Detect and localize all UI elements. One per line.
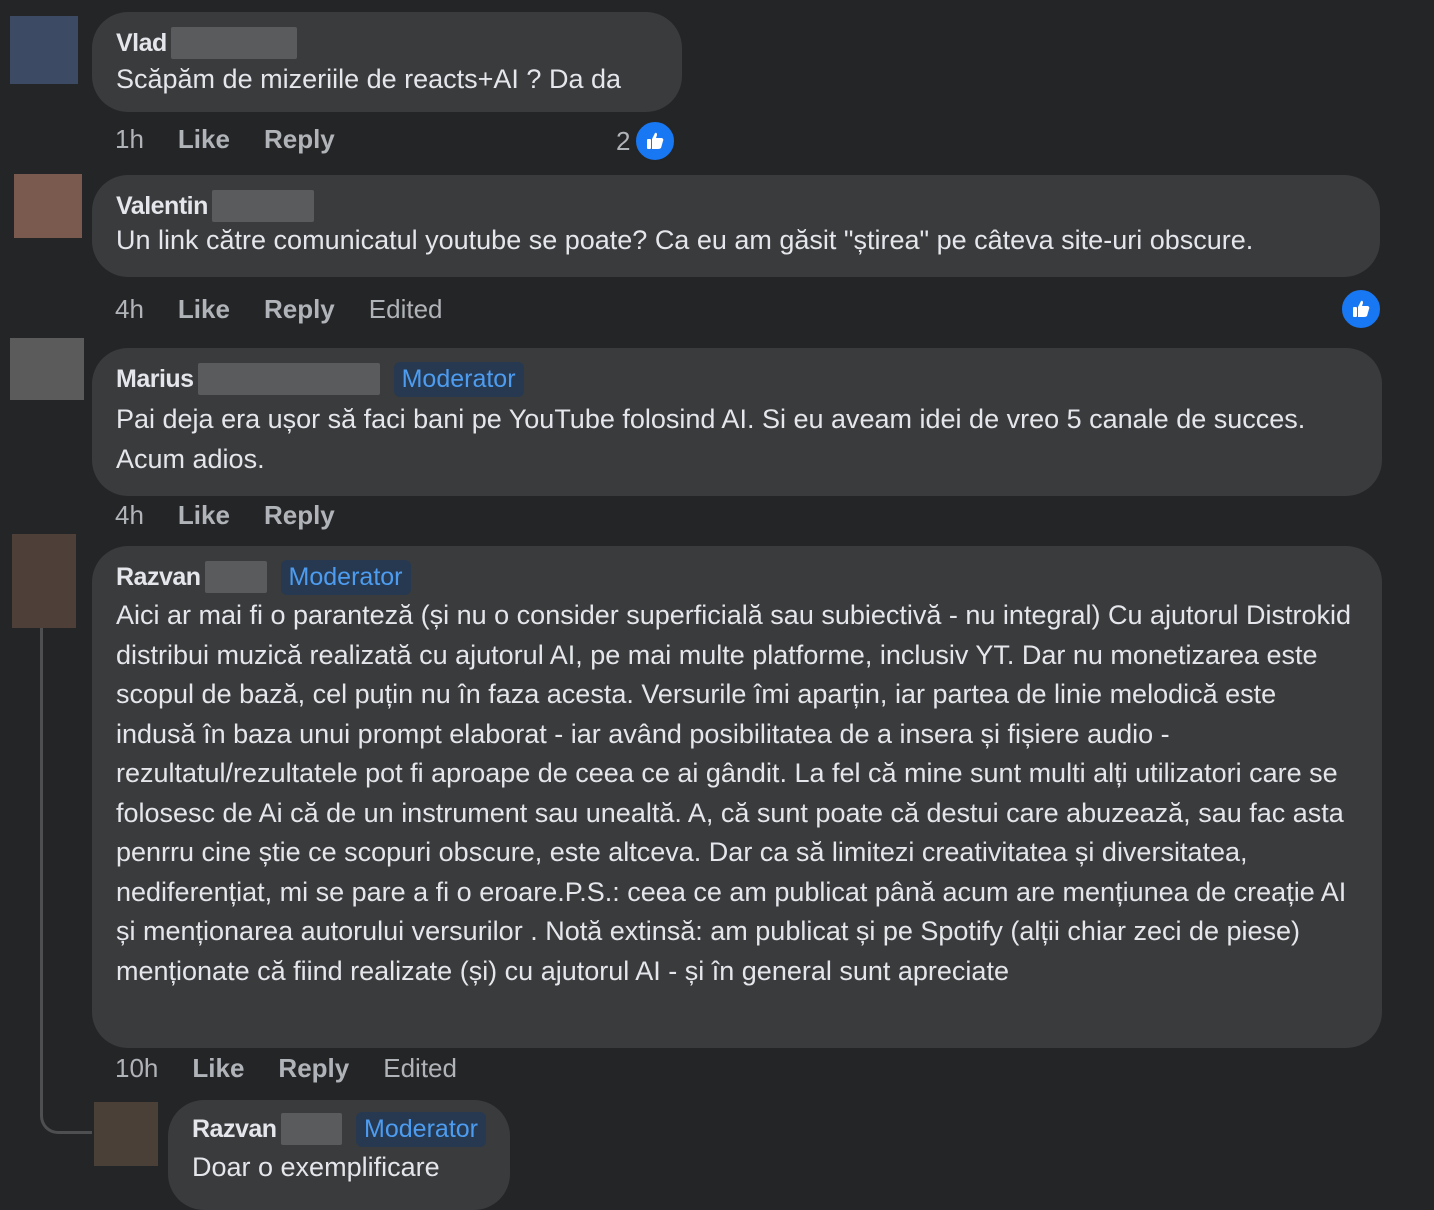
comment-actions: 10h Like Reply Edited [115, 1053, 491, 1084]
comment-time[interactable]: 4h [115, 500, 144, 531]
reaction-count: 2 [616, 125, 631, 156]
comment-actions: 4h Like Reply [115, 500, 369, 531]
commenter-name[interactable]: Razvan [192, 1115, 277, 1144]
redacted-surname [197, 363, 380, 395]
commenter-name[interactable]: Marius [116, 365, 194, 394]
avatar[interactable] [10, 338, 84, 400]
comment-actions: 1h Like Reply [115, 124, 369, 155]
reply-button[interactable]: Reply [264, 124, 335, 155]
edited-label: Edited [383, 1053, 457, 1083]
reaction-summary[interactable] [1336, 288, 1382, 330]
avatar[interactable] [14, 174, 82, 238]
commenter-name[interactable]: Vlad [116, 29, 167, 58]
comment-bubble: Razvan Moderator Aici ar mai fi o parant… [92, 546, 1382, 1048]
like-reaction-icon [634, 120, 677, 162]
comment-text: Un link către comunicatul youtube se poa… [116, 225, 1254, 255]
comment-bubble: Vlad Scăpăm de mizeriile de reacts+AI ? … [92, 12, 682, 112]
commenter-name[interactable]: Valentin [116, 192, 208, 221]
comment-bubble: Marius Moderator Pai deja era ușor să fa… [92, 348, 1382, 496]
comment-time[interactable]: 1h [115, 124, 144, 155]
comment-text: Aici ar mai fi o paranteză (și nu o cons… [116, 600, 1352, 986]
redacted-surname [170, 27, 297, 59]
redacted-surname [204, 561, 267, 593]
redacted-surname [280, 1113, 343, 1145]
moderator-badge: Moderator [393, 361, 524, 397]
like-button[interactable]: Like [178, 124, 230, 155]
comment-actions: 4h Like Reply Edited [115, 294, 477, 325]
moderator-badge: Moderator [356, 1111, 486, 1147]
reply-button[interactable]: Reply [264, 500, 335, 531]
avatar[interactable] [94, 1102, 158, 1166]
reply-bubble: Razvan Moderator Doar o exemplificare [168, 1100, 510, 1210]
avatar[interactable] [12, 534, 76, 628]
like-reaction-icon [1340, 288, 1382, 330]
redacted-surname [211, 190, 314, 222]
edited-label: Edited [368, 294, 443, 324]
like-button[interactable]: Like [178, 500, 230, 531]
reply-thread-line [40, 628, 92, 1134]
comment-text: Scăpăm de mizeriile de reacts+AI ? Da da [116, 64, 621, 94]
like-button[interactable]: Like [178, 294, 230, 325]
comment-time[interactable]: 4h [115, 294, 144, 325]
reply-button[interactable]: Reply [278, 1053, 349, 1084]
comment-time[interactable]: 10h [115, 1053, 158, 1084]
reply-button[interactable]: Reply [264, 294, 335, 325]
avatar[interactable] [10, 16, 78, 84]
reaction-summary[interactable]: 2 [616, 120, 677, 162]
comment-bubble: Valentin Un link către comunicatul youtu… [92, 175, 1380, 277]
moderator-badge: Moderator [280, 559, 411, 595]
commenter-name[interactable]: Razvan [116, 563, 201, 592]
like-button[interactable]: Like [192, 1053, 244, 1084]
comment-text: Pai deja era ușor să faci bani pe YouTub… [116, 404, 1306, 474]
comment-text: Doar o exemplificare [192, 1152, 440, 1182]
